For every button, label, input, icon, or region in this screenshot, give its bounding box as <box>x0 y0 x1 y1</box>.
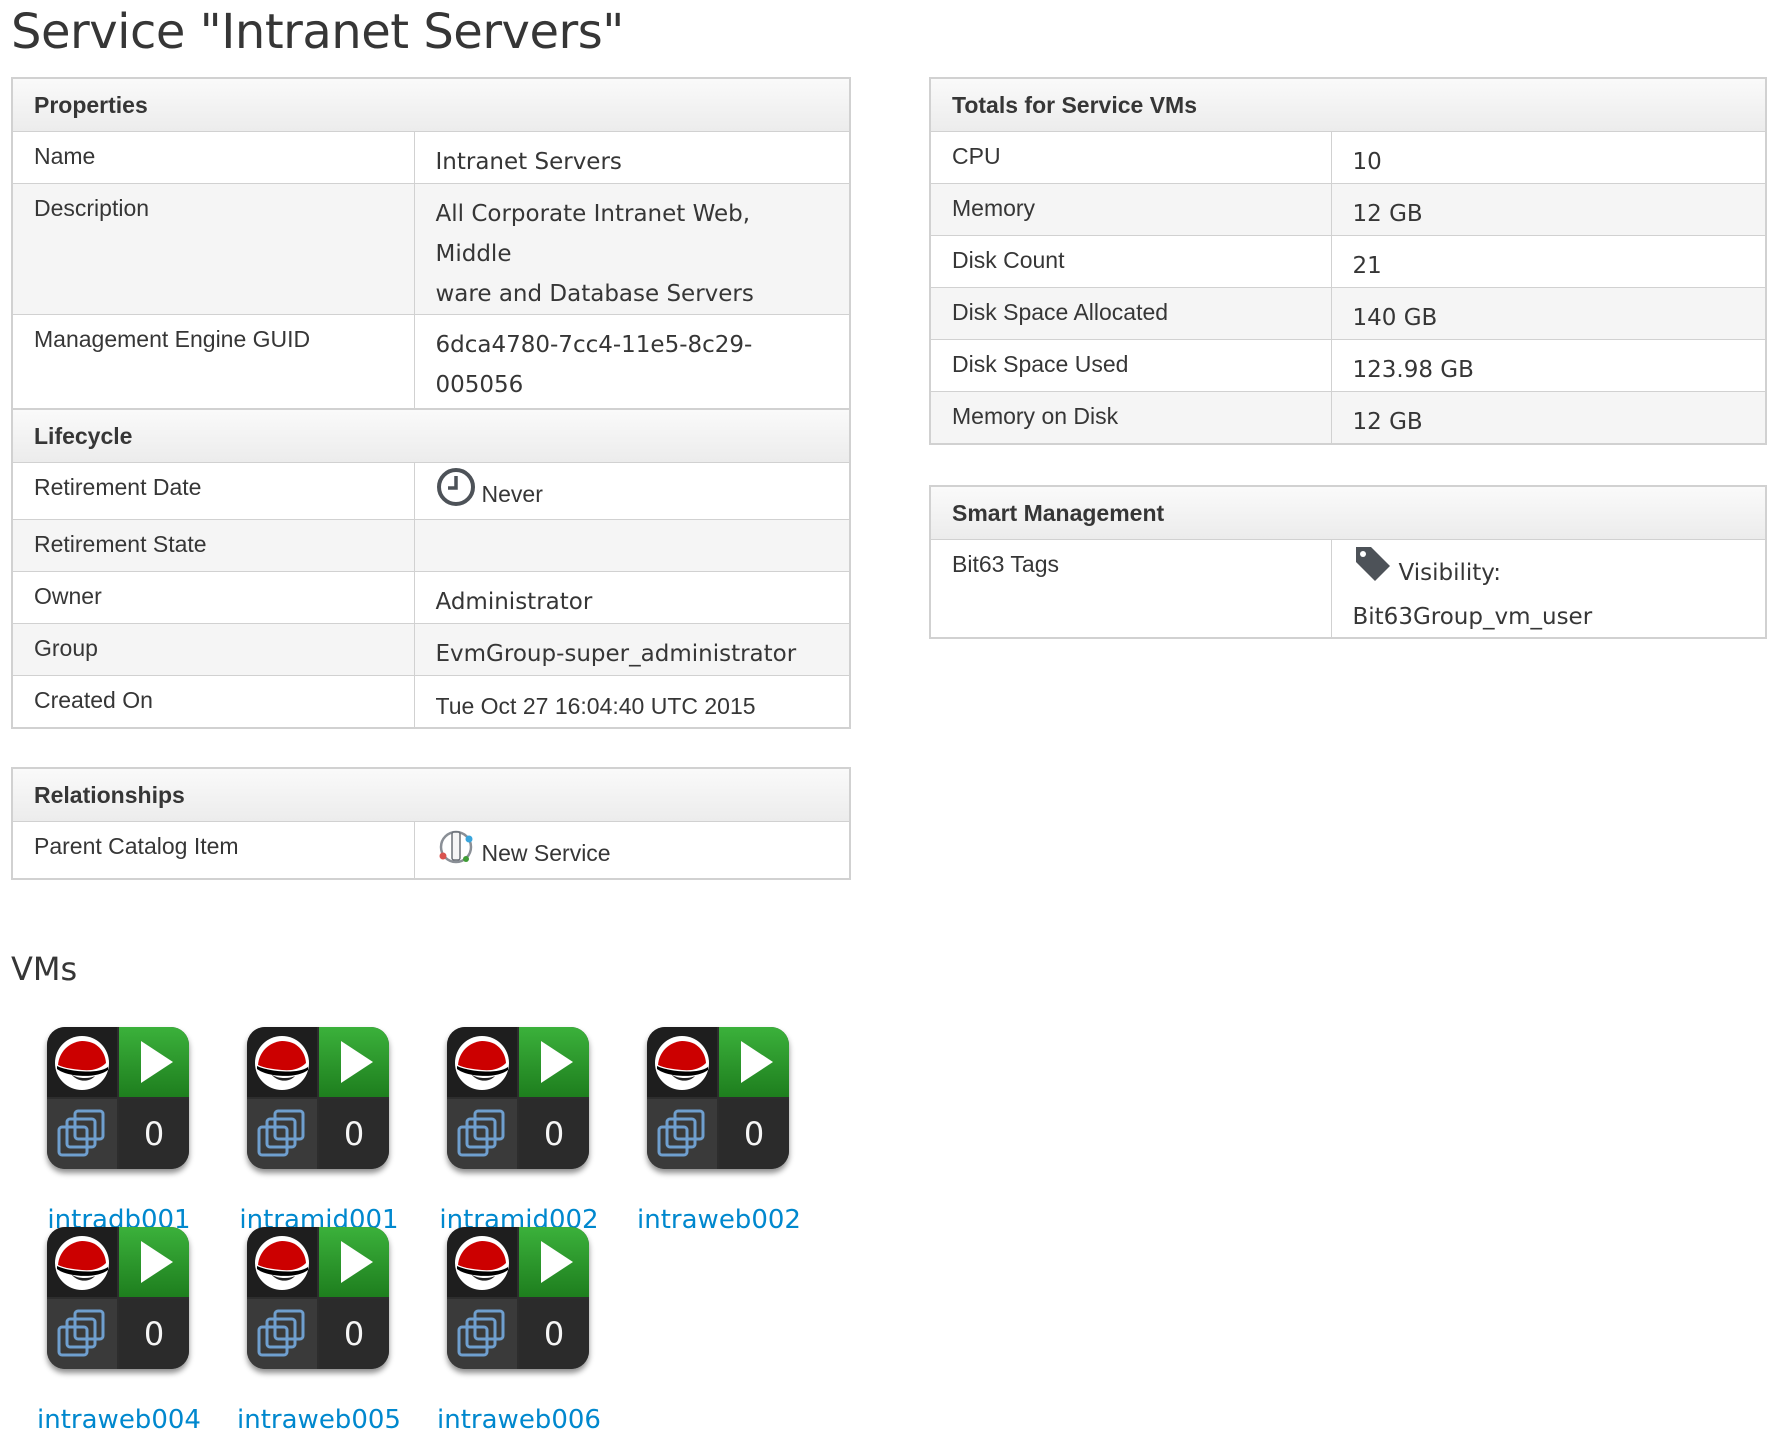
vm-quadicon[interactable]: 0 <box>247 1027 389 1169</box>
disk-count-value: 21 <box>1330 235 1767 288</box>
vm-name-link[interactable]: intraweb006 <box>434 1405 604 1435</box>
vmware-icon <box>247 1299 317 1369</box>
page-title: Service "Intranet Servers" <box>11 4 624 60</box>
description-value: All Corporate Intranet Web, Middle ware a… <box>413 183 851 315</box>
parent-catalog-item-value[interactable]: New Service <box>413 821 851 880</box>
vm-snapshot-count: 0 <box>119 1099 189 1169</box>
properties-header: Properties <box>11 77 851 132</box>
smart-management-table: Smart Management Bit63 Tags Visibility: … <box>929 485 1768 639</box>
memory-on-disk-label: Memory on Disk <box>929 391 1332 444</box>
disk-space-allocated-label: Disk Space Allocated <box>929 287 1332 340</box>
vmware-icon <box>47 1299 117 1369</box>
vm-snapshot-count: 0 <box>519 1099 589 1169</box>
memory-on-disk-value: 12 GB <box>1330 391 1767 444</box>
disk-count-label: Disk Count <box>929 235 1332 288</box>
bit63-tags-value: Visibility: Bit63Group_vm_user <box>1330 539 1767 639</box>
vm-snapshot-count: 0 <box>719 1099 789 1169</box>
vm-name-link[interactable]: intraweb002 <box>634 1205 804 1235</box>
vm-snapshot-count: 0 <box>119 1299 189 1369</box>
vm-snapshot-count: 0 <box>519 1299 589 1369</box>
play-icon <box>319 1027 389 1097</box>
totals-table: Totals for Service VMs CPU 10 Memory 12 … <box>929 77 1767 445</box>
play-icon <box>119 1227 189 1297</box>
vmware-icon <box>447 1299 517 1369</box>
description-label: Description <box>11 183 415 315</box>
bit63-tags-label: Bit63 Tags <box>929 539 1332 639</box>
smart-management-header: Smart Management <box>929 485 1767 540</box>
play-icon <box>719 1027 789 1097</box>
catalog-item-icon <box>436 826 476 878</box>
redhat-icon <box>47 1227 117 1297</box>
play-icon <box>519 1227 589 1297</box>
cpu-label: CPU <box>929 131 1332 184</box>
redhat-icon <box>447 1227 517 1297</box>
retirement-date-label: Retirement Date <box>11 462 415 520</box>
vm-name-link[interactable]: intraweb005 <box>234 1405 404 1435</box>
vm-snapshot-count: 0 <box>319 1299 389 1369</box>
disk-space-used-label: Disk Space Used <box>929 339 1332 392</box>
name-label: Name <box>11 131 415 184</box>
name-value: Intranet Servers <box>413 131 851 184</box>
play-icon <box>519 1027 589 1097</box>
vm-quadicon[interactable]: 0 <box>447 1227 589 1369</box>
owner-value: Administrator <box>413 571 851 624</box>
group-value: EvmGroup-super_administrator <box>413 623 851 676</box>
clock-icon <box>436 467 476 519</box>
group-label: Group <box>11 623 415 676</box>
retirement-date-value: Never <box>413 462 851 520</box>
redhat-icon <box>647 1027 717 1097</box>
lifecycle-table: Lifecycle Retirement Date Never Retireme… <box>11 408 852 729</box>
redhat-icon <box>247 1227 317 1297</box>
created-on-label: Created On <box>11 675 415 728</box>
vmware-icon <box>647 1099 717 1169</box>
play-icon <box>119 1027 189 1097</box>
totals-header: Totals for Service VMs <box>929 77 1767 132</box>
vm-quadicon[interactable]: 0 <box>247 1227 389 1369</box>
vmware-icon <box>247 1099 317 1169</box>
retirement-state-value <box>413 519 851 572</box>
lifecycle-header: Lifecycle <box>11 408 851 463</box>
relationships-table: Relationships Parent Catalog Item New Se… <box>11 767 851 880</box>
disk-space-allocated-value: 140 GB <box>1330 287 1767 340</box>
redhat-icon <box>247 1027 317 1097</box>
vm-snapshot-count: 0 <box>319 1099 389 1169</box>
redhat-icon <box>47 1027 117 1097</box>
play-icon <box>319 1227 389 1297</box>
vmware-icon <box>447 1099 517 1169</box>
properties-table: Properties Name Intranet Servers Descrip… <box>11 77 852 447</box>
memory-value: 12 GB <box>1330 183 1767 236</box>
vm-name-link[interactable]: intraweb004 <box>34 1405 204 1435</box>
vmware-icon <box>47 1099 117 1169</box>
owner-label: Owner <box>11 571 415 624</box>
cpu-value: 10 <box>1330 131 1767 184</box>
vm-quadicon[interactable]: 0 <box>47 1227 189 1369</box>
tag-icon <box>1353 544 1393 597</box>
vm-quadicon[interactable]: 0 <box>447 1027 589 1169</box>
disk-space-used-value: 123.98 GB <box>1330 339 1767 392</box>
vm-quadicon[interactable]: 0 <box>647 1027 789 1169</box>
created-on-value: Tue Oct 27 16:04:40 UTC 2015 <box>413 675 851 728</box>
redhat-icon <box>447 1027 517 1097</box>
parent-catalog-item-label: Parent Catalog Item <box>11 821 415 880</box>
vm-quadicon[interactable]: 0 <box>47 1027 189 1169</box>
retirement-state-label: Retirement State <box>11 519 415 572</box>
relationships-header: Relationships <box>11 767 851 822</box>
memory-label: Memory <box>929 183 1332 236</box>
vms-section-title: VMs <box>11 950 78 988</box>
